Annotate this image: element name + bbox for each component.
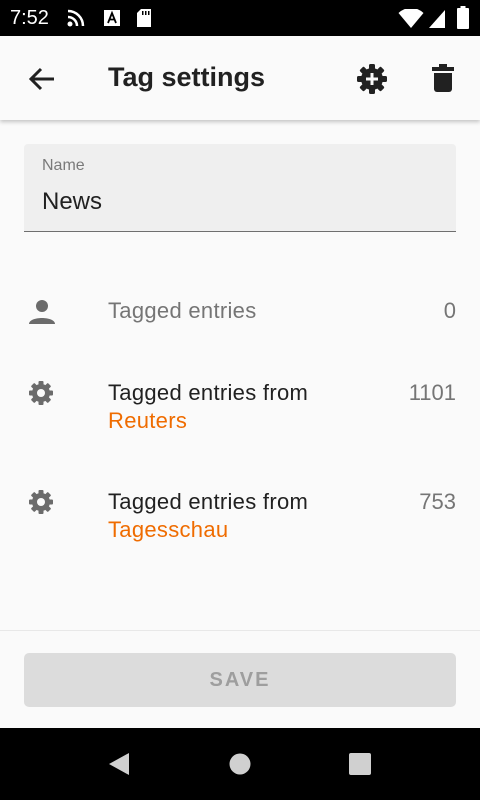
battery-icon [457,6,469,29]
status-time: 7:52 [10,7,49,29]
row-source-link[interactable]: Tagesschau [108,517,228,543]
add-settings-icon[interactable] [356,63,388,95]
row-count: 1101 [408,380,456,405]
a-notification-icon [104,10,120,26]
page-title: Tag settings [108,62,266,92]
home-nav-icon[interactable] [229,753,251,775]
name-field-label: Name [42,157,85,174]
row-source-link[interactable]: Reuters [108,408,187,434]
row-count: 753 [419,489,456,514]
gear-icon [29,381,53,405]
signal-icon [429,10,445,28]
person-icon [29,300,55,324]
sd-card-icon [137,9,151,27]
gear-icon [29,490,53,514]
trash-icon[interactable] [432,64,454,92]
name-input[interactable] [42,188,442,216]
list-item-tagged-entries: Tagged entries 0 [0,290,480,340]
save-button[interactable]: SAVE [24,653,456,707]
name-field[interactable]: Name [24,144,456,232]
cast-icon [67,9,85,27]
list-item-tagesschau: Tagged entries from Tagesschau 753 [0,481,480,551]
back-nav-icon[interactable] [108,752,130,776]
list-item-reuters: Tagged entries from Reuters 1101 [0,372,480,442]
arrow-back-icon[interactable] [28,66,56,92]
recents-nav-icon[interactable] [349,753,371,775]
status-bar: 7:52 [0,0,480,36]
row-title: Tagged entries [108,298,257,323]
wifi-icon [398,9,424,28]
bottom-bar: SAVE [0,630,480,729]
app-bar: Tag settings [0,36,480,120]
navigation-bar [0,728,480,800]
row-title: Tagged entries from [108,489,309,514]
row-title: Tagged entries from [108,380,309,405]
row-count: 0 [443,298,456,323]
